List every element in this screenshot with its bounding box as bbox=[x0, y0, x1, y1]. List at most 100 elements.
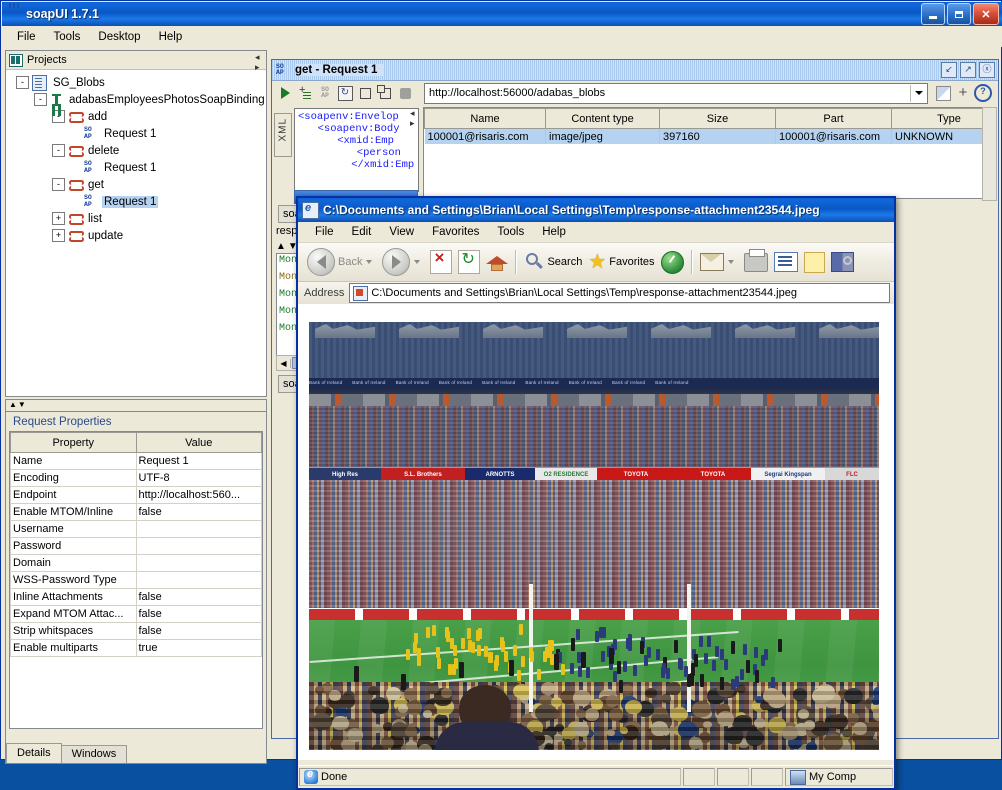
address-input[interactable]: C:\Documents and Settings\Brian\Local Se… bbox=[349, 283, 890, 303]
forward-dropdown-icon[interactable] bbox=[414, 260, 421, 264]
one-pane-icon[interactable] bbox=[356, 84, 374, 102]
mail-dropdown-icon[interactable] bbox=[727, 260, 734, 264]
column-header[interactable]: Type bbox=[891, 108, 983, 129]
xml-collapse-icon[interactable]: ◂ ▸ bbox=[410, 108, 421, 128]
tree-node[interactable]: + list bbox=[10, 210, 266, 227]
table-row[interactable]: Domain bbox=[10, 554, 262, 572]
table-row[interactable]: Password bbox=[10, 537, 262, 555]
tree-toggle[interactable]: - bbox=[16, 76, 29, 89]
stop-button[interactable] bbox=[427, 246, 455, 278]
maximize-button[interactable] bbox=[947, 3, 971, 25]
minimize-button[interactable] bbox=[921, 3, 945, 25]
print-button[interactable] bbox=[741, 246, 771, 278]
search-button[interactable]: Search bbox=[521, 246, 585, 278]
close-button[interactable]: ✕ bbox=[973, 3, 999, 25]
refresh-icon[interactable]: ↻ bbox=[336, 84, 354, 102]
ie-menu-tools[interactable]: Tools bbox=[488, 224, 533, 240]
scroll-left-icon[interactable]: ◀ bbox=[277, 358, 291, 368]
security-zone-pane[interactable]: My Comp bbox=[785, 768, 893, 786]
stop-icon[interactable] bbox=[396, 84, 414, 102]
ie-menu-favorites[interactable]: Favorites bbox=[423, 224, 488, 240]
table-row[interactable]: Enable multiparts true bbox=[10, 639, 262, 657]
home-button[interactable] bbox=[483, 246, 511, 278]
tree-toggle[interactable]: + bbox=[52, 229, 65, 242]
property-value[interactable] bbox=[135, 537, 262, 555]
back-button[interactable]: Back bbox=[304, 246, 379, 278]
filter-icon[interactable] bbox=[934, 84, 952, 102]
property-value[interactable]: true bbox=[135, 639, 262, 657]
refresh-button[interactable] bbox=[455, 246, 483, 278]
property-value[interactable]: false bbox=[135, 605, 262, 623]
navigator-collapse-icon[interactable]: ◂ ▸ bbox=[255, 52, 265, 72]
tree-node[interactable]: SO AP Request 1 bbox=[10, 125, 266, 142]
endpoint-combo[interactable]: http://localhost:56000/adabas_blobs bbox=[424, 82, 928, 104]
menu-desktop[interactable]: Desktop bbox=[89, 29, 149, 45]
property-value[interactable]: false bbox=[135, 622, 262, 640]
edit-button[interactable] bbox=[771, 246, 801, 278]
tree-node[interactable]: SO AP Request 1 bbox=[10, 159, 266, 176]
notes-button[interactable] bbox=[801, 246, 828, 278]
tree-node[interactable]: - SG_Blobs bbox=[10, 74, 266, 91]
property-value[interactable] bbox=[135, 571, 262, 589]
tab-details[interactable]: Details bbox=[6, 743, 62, 763]
table-row[interactable]: Username bbox=[10, 520, 262, 538]
plus-icon[interactable]: + bbox=[954, 84, 972, 102]
xml-tab[interactable]: XML bbox=[274, 113, 292, 157]
tree-toggle[interactable]: + bbox=[52, 212, 65, 225]
tree-node[interactable]: - add bbox=[10, 108, 266, 125]
table-row[interactable]: Inline Attachments false bbox=[10, 588, 262, 606]
table-row[interactable]: WSS-Password Type bbox=[10, 571, 262, 589]
xml-editor[interactable]: <soapenv:Envelop <soapenv:Body <xmid:Emp… bbox=[294, 108, 419, 192]
tree-node[interactable]: - adabasEmployeesPhotosSoapBinding bbox=[10, 91, 266, 108]
soap-icon[interactable]: SO AP bbox=[316, 84, 334, 102]
column-header[interactable]: Part bbox=[775, 108, 892, 129]
property-value[interactable] bbox=[135, 554, 262, 572]
research-button[interactable] bbox=[828, 246, 857, 278]
help-icon[interactable]: ? bbox=[974, 84, 992, 102]
forward-button[interactable] bbox=[379, 246, 427, 278]
property-value[interactable] bbox=[135, 520, 262, 538]
property-value[interactable]: false bbox=[135, 503, 262, 521]
run-icon[interactable] bbox=[276, 84, 294, 102]
ie-menu-view[interactable]: View bbox=[380, 224, 423, 240]
property-value[interactable]: http://localhost:560... bbox=[135, 486, 262, 504]
ie-menu-edit[interactable]: Edit bbox=[343, 224, 381, 240]
column-header[interactable]: Name bbox=[424, 108, 546, 129]
table-row[interactable]: Enable MTOM/Inline false bbox=[10, 503, 262, 521]
tree-node[interactable]: + update bbox=[10, 227, 266, 244]
table-row[interactable]: Name Request 1 bbox=[10, 452, 262, 470]
property-value[interactable]: Request 1 bbox=[135, 452, 262, 470]
ie-menu-help[interactable]: Help bbox=[533, 224, 575, 240]
two-pane-icon[interactable] bbox=[376, 84, 394, 102]
table-row[interactable]: Encoding UTF-8 bbox=[10, 469, 262, 487]
column-header[interactable]: Content type bbox=[545, 108, 660, 129]
favorites-button[interactable]: ★ Favorites bbox=[585, 246, 657, 278]
tree-toggle[interactable]: - bbox=[52, 178, 65, 191]
table-row[interactable]: Endpoint http://localhost:560... bbox=[10, 486, 262, 504]
chevron-down-icon[interactable] bbox=[910, 84, 927, 102]
menu-tools[interactable]: Tools bbox=[45, 29, 90, 45]
history-button[interactable] bbox=[658, 246, 687, 278]
table-row[interactable]: Expand MTOM Attac... false bbox=[10, 605, 262, 623]
attachments-scrollbar[interactable] bbox=[982, 107, 997, 201]
frame-maximize-icon[interactable]: ↗ bbox=[960, 62, 976, 78]
column-header[interactable]: Size bbox=[659, 108, 776, 129]
tree-node[interactable]: - delete bbox=[10, 142, 266, 159]
tree-toggle[interactable]: - bbox=[52, 144, 65, 157]
ie-menu-file[interactable]: File bbox=[306, 224, 343, 240]
table-row[interactable]: Strip whitspaces false bbox=[10, 622, 262, 640]
table-row[interactable]: 100001@risaris.com image/jpeg 397160 100001… bbox=[424, 128, 983, 144]
tree-node[interactable]: SO AP Request 1 bbox=[10, 193, 266, 210]
tree-toggle[interactable]: - bbox=[52, 110, 65, 123]
tree-node[interactable]: - get bbox=[10, 176, 266, 193]
tab-windows[interactable]: Windows bbox=[60, 745, 128, 763]
back-dropdown-icon[interactable] bbox=[366, 260, 373, 264]
menu-file[interactable]: File bbox=[8, 29, 45, 45]
frame-restore-icon[interactable]: ↙ bbox=[941, 62, 957, 78]
tree-toggle[interactable]: - bbox=[34, 93, 47, 106]
add-assertion-icon[interactable] bbox=[296, 84, 314, 102]
frame-close-icon[interactable]: ⓧ bbox=[979, 62, 995, 78]
menu-help[interactable]: Help bbox=[150, 29, 192, 45]
property-value[interactable]: UTF-8 bbox=[135, 469, 262, 487]
property-value[interactable]: false bbox=[135, 588, 262, 606]
